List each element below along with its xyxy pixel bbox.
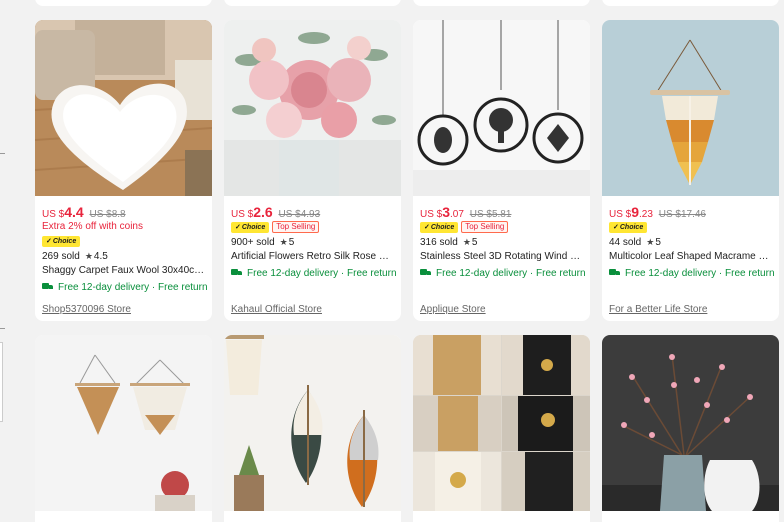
product-image-pink-rose-bouquet[interactable] [224, 20, 401, 196]
product-image-white-heart-rug[interactable] [35, 20, 212, 196]
product-image-macrame-leaf[interactable] [602, 20, 779, 196]
truck-icon [231, 269, 243, 277]
product-card[interactable] [602, 335, 779, 522]
product-image-wind-spinners[interactable] [413, 20, 590, 196]
product-title[interactable]: Shaggy Carpet Faux Wool 30x40cm Heart Ru… [42, 264, 206, 278]
top-selling-badge: Top Selling [272, 221, 320, 233]
star-icon: ★ [462, 237, 471, 247]
divider [0, 153, 5, 154]
product-image-macrame-hangings-pair[interactable] [35, 335, 212, 511]
store-link[interactable]: Applique Store [420, 304, 486, 315]
rating: 4.5 [93, 251, 108, 262]
original-price: US $17.46 [658, 209, 706, 220]
delivery-info: Free 12-day delivery · Free return [42, 280, 208, 296]
original-price: US $5.81 [469, 209, 512, 220]
delivery-info: Free 12-day delivery · Free return [420, 266, 586, 282]
store-link[interactable]: For a Better Life Store [609, 304, 707, 315]
choice-badge: ✓Choice [42, 235, 81, 247]
delivery-info: Free 12-day delivery · Free return [609, 266, 775, 282]
sold-count: 900+ sold ★5 [231, 237, 295, 248]
product-card[interactable] [413, 335, 590, 522]
product-card[interactable] [224, 335, 401, 522]
sold-count: 44 sold ★5 [609, 237, 661, 248]
star-icon: ★ [646, 237, 655, 247]
product-image-table-runners[interactable] [413, 335, 590, 511]
choice-badge: ✓Choice [231, 221, 270, 233]
product-image-blossom-vases[interactable] [602, 335, 779, 511]
sold-count: 269 sold ★4.5 [42, 251, 108, 262]
store-link[interactable]: Kahaul Official Store [231, 304, 322, 315]
product-title[interactable]: Artificial Flowers Retro Silk Rose Bouqu… [231, 250, 395, 264]
choice-badge: ✓Choice [420, 221, 459, 233]
delivery-info: Free 12-day delivery · Free return [231, 266, 397, 282]
check-icon: ✓ [235, 223, 241, 231]
rating: 5 [655, 237, 661, 248]
product-card[interactable]: US $2.6 US $4.93 ✓Choice Top Selling 900+… [224, 20, 401, 321]
rating: 5 [288, 237, 295, 248]
sold-count: 316 sold ★5 [420, 237, 478, 248]
side-panel-edge[interactable] [0, 342, 3, 422]
product-title[interactable]: Multicolor Leaf Shaped Macrame Wall Hang… [609, 250, 773, 264]
price: US $3.07 US $5.81 [420, 204, 512, 220]
card-edge [413, 0, 590, 6]
product-image-macrame-feathers[interactable] [224, 335, 401, 511]
product-title[interactable]: Stainless Steel 3D Rotating Wind Chime [420, 250, 584, 264]
check-icon: ✓ [46, 237, 52, 245]
product-grid-page: US $4.4 US $8.8 Extra 2% off with coins … [0, 0, 784, 522]
original-price: US $8.8 [89, 209, 126, 220]
choice-badge: ✓Choice [609, 221, 648, 233]
price: US $2.6 US $4.93 [231, 204, 321, 220]
coins-discount: Extra 2% off with coins [42, 221, 143, 232]
card-edge [35, 0, 212, 6]
left-scroll-edge [0, 0, 8, 522]
top-selling-badge: Top Selling [461, 221, 509, 233]
product-card[interactable]: US $9.23 US $17.46 ✓Choice 44 sold ★5 Mul… [602, 20, 779, 321]
product-card[interactable] [35, 335, 212, 522]
check-icon: ✓ [613, 223, 619, 231]
star-icon: ★ [84, 251, 93, 261]
price: US $9.23 US $17.46 [609, 204, 706, 220]
card-edge [224, 0, 401, 6]
star-icon: ★ [279, 237, 288, 247]
divider [0, 328, 5, 329]
check-icon: ✓ [424, 223, 430, 231]
original-price: US $4.93 [278, 209, 321, 220]
previous-row-edges [0, 0, 784, 8]
price: US $4.4 US $8.8 [42, 204, 126, 220]
card-edge [602, 0, 779, 6]
truck-icon [420, 269, 432, 277]
product-card[interactable]: US $3.07 US $5.81 ✓Choice Top Selling 316… [413, 20, 590, 321]
product-card[interactable]: US $4.4 US $8.8 Extra 2% off with coins … [35, 20, 212, 321]
store-link[interactable]: Shop5370096 Store [42, 304, 131, 315]
truck-icon [42, 283, 54, 291]
truck-icon [609, 269, 621, 277]
rating: 5 [471, 237, 478, 248]
